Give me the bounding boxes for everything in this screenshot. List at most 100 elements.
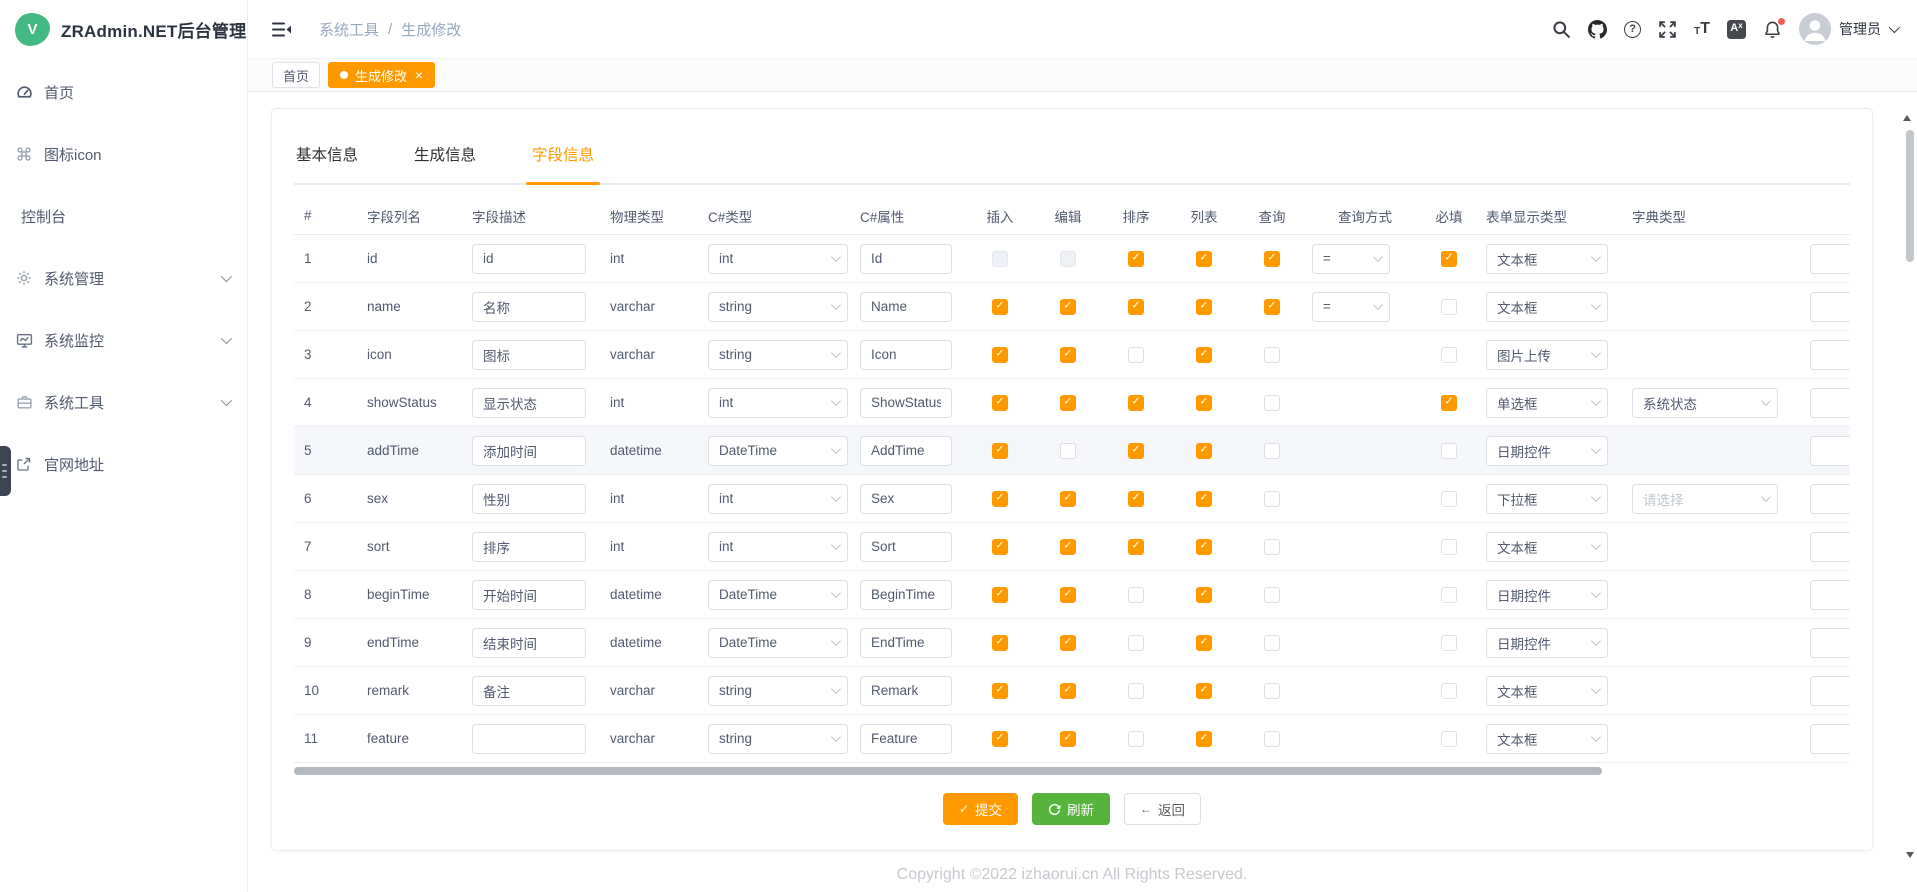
- field-description-input[interactable]: [472, 724, 586, 754]
- sort-checkbox[interactable]: ✓: [1128, 491, 1144, 507]
- query-mode-select[interactable]: =: [1312, 244, 1390, 274]
- edit-checkbox[interactable]: ✓: [1060, 635, 1076, 651]
- field-description-input[interactable]: [472, 484, 586, 514]
- insert-checkbox[interactable]: ✓: [992, 539, 1008, 555]
- field-description-input[interactable]: [472, 244, 586, 274]
- csharp-type-select[interactable]: DateTime: [708, 436, 848, 466]
- list-checkbox[interactable]: ✓: [1196, 683, 1212, 699]
- extra-input[interactable]: [1810, 484, 1850, 514]
- csharp-type-select[interactable]: string: [708, 292, 848, 322]
- list-checkbox[interactable]: ✓: [1196, 491, 1212, 507]
- font-size-icon[interactable]: TT: [1694, 21, 1710, 37]
- tag-home[interactable]: 首页: [272, 62, 320, 88]
- search-icon[interactable]: [1552, 20, 1571, 39]
- tab-field-info[interactable]: 字段信息: [530, 141, 596, 183]
- vertical-scrollbar-thumb[interactable]: [1906, 130, 1914, 262]
- sidebar-item-系统监控[interactable]: 系统监控: [0, 309, 247, 371]
- close-icon[interactable]: ×: [415, 68, 423, 82]
- insert-checkbox[interactable]: ✓: [992, 443, 1008, 459]
- csharp-type-select[interactable]: int: [708, 244, 848, 274]
- query-checkbox[interactable]: [1264, 587, 1280, 603]
- query-checkbox[interactable]: [1264, 347, 1280, 363]
- sidebar-item-首页[interactable]: 首页: [0, 61, 247, 123]
- display-type-select[interactable]: 日期控件: [1486, 580, 1608, 610]
- sidebar-item-系统管理[interactable]: 系统管理: [0, 247, 247, 309]
- csharp-type-select[interactable]: int: [708, 532, 848, 562]
- edit-checkbox[interactable]: ✓: [1060, 491, 1076, 507]
- bell-icon[interactable]: [1763, 20, 1782, 39]
- back-button[interactable]: ← 返回: [1124, 793, 1201, 825]
- sort-checkbox[interactable]: ✓: [1128, 299, 1144, 315]
- field-description-input[interactable]: [472, 436, 586, 466]
- csharp-attr-input[interactable]: [860, 532, 952, 562]
- field-description-input[interactable]: [472, 580, 586, 610]
- logo-row[interactable]: V ZRAdmin.NET后台管理: [0, 0, 247, 59]
- required-checkbox[interactable]: [1441, 635, 1457, 651]
- sort-checkbox[interactable]: ✓: [1128, 251, 1144, 267]
- display-type-select[interactable]: 文本框: [1486, 676, 1608, 706]
- required-checkbox[interactable]: ✓: [1441, 395, 1457, 411]
- field-description-input[interactable]: [472, 340, 586, 370]
- sort-checkbox[interactable]: [1128, 731, 1144, 747]
- field-description-input[interactable]: [472, 388, 586, 418]
- query-checkbox[interactable]: ✓: [1264, 251, 1280, 267]
- display-type-select[interactable]: 文本框: [1486, 244, 1608, 274]
- query-mode-select[interactable]: =: [1312, 292, 1390, 322]
- extra-input[interactable]: [1810, 676, 1850, 706]
- edit-checkbox[interactable]: ✓: [1060, 347, 1076, 363]
- insert-checkbox[interactable]: [992, 251, 1008, 267]
- csharp-type-select[interactable]: string: [708, 676, 848, 706]
- query-checkbox[interactable]: [1264, 395, 1280, 411]
- csharp-type-select[interactable]: string: [708, 724, 848, 754]
- sidebar-item-系统工具[interactable]: 系统工具: [0, 371, 247, 433]
- list-checkbox[interactable]: ✓: [1196, 251, 1212, 267]
- display-type-select[interactable]: 日期控件: [1486, 628, 1608, 658]
- edit-checkbox[interactable]: ✓: [1060, 683, 1076, 699]
- csharp-type-select[interactable]: int: [708, 484, 848, 514]
- extra-input[interactable]: [1810, 292, 1850, 322]
- edit-checkbox[interactable]: ✓: [1060, 539, 1076, 555]
- sidebar-item-控制台[interactable]: 控制台: [0, 185, 247, 247]
- insert-checkbox[interactable]: ✓: [992, 731, 1008, 747]
- query-checkbox[interactable]: [1264, 539, 1280, 555]
- list-checkbox[interactable]: ✓: [1196, 635, 1212, 651]
- extra-input[interactable]: [1810, 340, 1850, 370]
- collapse-menu-icon[interactable]: [272, 21, 291, 38]
- edit-checkbox[interactable]: [1060, 251, 1076, 267]
- horizontal-scrollbar-thumb[interactable]: [294, 767, 1602, 775]
- fullscreen-icon[interactable]: [1658, 20, 1677, 39]
- required-checkbox[interactable]: ✓: [1441, 251, 1457, 267]
- sort-checkbox[interactable]: [1128, 587, 1144, 603]
- tab-generate-info[interactable]: 生成信息: [412, 141, 478, 183]
- insert-checkbox[interactable]: ✓: [992, 635, 1008, 651]
- csharp-type-select[interactable]: int: [708, 388, 848, 418]
- insert-checkbox[interactable]: ✓: [992, 395, 1008, 411]
- insert-checkbox[interactable]: ✓: [992, 491, 1008, 507]
- query-checkbox[interactable]: [1264, 731, 1280, 747]
- extra-input[interactable]: [1810, 580, 1850, 610]
- user-menu[interactable]: 管理员: [1799, 13, 1897, 45]
- settings-drawer-handle[interactable]: [0, 446, 11, 496]
- list-checkbox[interactable]: ✓: [1196, 539, 1212, 555]
- edit-checkbox[interactable]: ✓: [1060, 395, 1076, 411]
- extra-input[interactable]: [1810, 532, 1850, 562]
- csharp-attr-input[interactable]: [860, 484, 952, 514]
- edit-checkbox[interactable]: ✓: [1060, 731, 1076, 747]
- list-checkbox[interactable]: ✓: [1196, 299, 1212, 315]
- csharp-attr-input[interactable]: [860, 628, 952, 658]
- query-checkbox[interactable]: [1264, 683, 1280, 699]
- scroll-up-arrow[interactable]: [1903, 98, 1911, 121]
- insert-checkbox[interactable]: ✓: [992, 299, 1008, 315]
- query-checkbox[interactable]: ✓: [1264, 299, 1280, 315]
- extra-input[interactable]: [1810, 388, 1850, 418]
- edit-checkbox[interactable]: [1060, 443, 1076, 459]
- sort-checkbox[interactable]: ✓: [1128, 395, 1144, 411]
- csharp-type-select[interactable]: string: [708, 340, 848, 370]
- field-description-input[interactable]: [472, 292, 586, 322]
- sidebar-item-官网地址[interactable]: 官网地址: [0, 433, 247, 495]
- csharp-attr-input[interactable]: [860, 676, 952, 706]
- insert-checkbox[interactable]: ✓: [992, 347, 1008, 363]
- extra-input[interactable]: [1810, 628, 1850, 658]
- required-checkbox[interactable]: [1441, 731, 1457, 747]
- display-type-select[interactable]: 文本框: [1486, 532, 1608, 562]
